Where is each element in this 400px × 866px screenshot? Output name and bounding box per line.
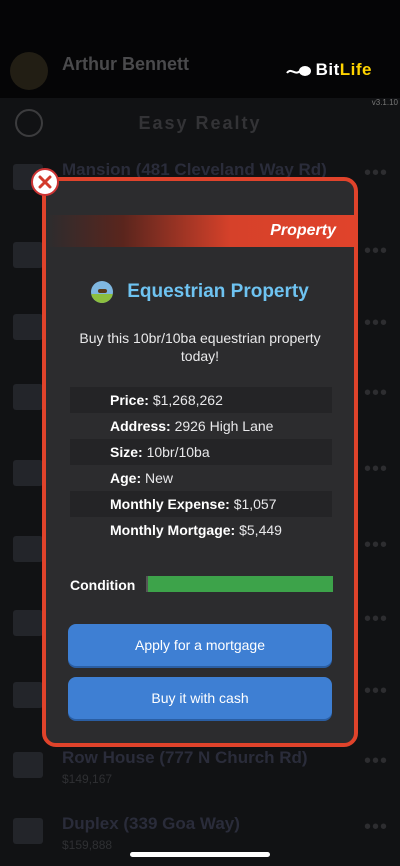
more-icon[interactable]: ••• [364,312,388,335]
condition-fill [148,576,333,592]
more-icon[interactable]: ••• [364,750,388,773]
listing-price: $149,167 [62,772,113,786]
detail-label: Age: [110,470,142,486]
more-icon[interactable]: ••• [364,240,388,263]
detail-row: Address: 2926 High Lane [70,413,332,439]
more-icon[interactable]: ••• [364,816,388,839]
house-icon [13,314,43,340]
category-label: Property [270,222,336,239]
more-icon[interactable]: ••• [364,608,388,631]
detail-value: $1,268,262 [152,392,223,408]
detail-label: Monthly Expense: [110,496,230,512]
property-details: Price: $1,268,262 Address: 2926 High Lan… [70,387,332,543]
version-label: v3.1.10 [371,98,398,107]
condition-label: Condition [70,577,136,593]
more-icon[interactable]: ••• [364,382,388,405]
detail-row: Age: New [70,465,332,491]
more-icon[interactable]: ••• [364,458,388,481]
category-header: Property [46,215,354,247]
house-icon [13,536,43,562]
more-icon[interactable]: ••• [364,162,388,185]
top-bar: Arthur Bennett BitLife [0,0,400,98]
house-icon [13,682,43,708]
sperm-icon [285,65,311,76]
logo-bit: Bit [315,60,340,79]
detail-label: Address: [110,418,171,434]
player-name: Arthur Bennett [62,54,189,74]
house-icon [13,752,43,778]
detail-row: Monthly Expense: $1,057 [70,491,332,517]
property-title: Equestrian Property [127,281,309,302]
property-description: Buy this 10br/10ba equestrian property t… [79,330,321,364]
logo-life: Life [339,60,372,79]
more-icon[interactable]: ••• [364,534,388,557]
bitlife-logo: BitLife [285,60,372,80]
house-icon [13,818,43,844]
listing-name: Duplex (339 Goa Way) [62,814,240,833]
house-icon [13,242,43,268]
listing-price: $159,888 [62,838,113,852]
detail-label: Price: [110,392,149,408]
more-icon[interactable]: ••• [364,680,388,703]
house-icon [13,384,43,410]
avatar [10,52,48,90]
detail-value: New [145,470,174,486]
property-modal: Property Equestrian Property Buy this 10… [42,177,358,747]
detail-value: $1,057 [233,496,277,512]
detail-row: Price: $1,268,262 [70,387,332,413]
close-icon [38,175,52,189]
detail-row: Size: 10br/10ba [70,439,332,465]
detail-label: Monthly Mortgage: [110,522,236,538]
home-indicator[interactable] [130,852,270,857]
screen-title: Easy Realty [138,113,262,133]
house-icon [13,610,43,636]
property-title-row: Equestrian Property [46,281,354,303]
detail-label: Size: [110,444,143,460]
condition-bar [146,576,333,592]
buy-cash-button[interactable]: Buy it with cash [68,677,332,719]
apply-mortgage-button[interactable]: Apply for a mortgage [68,624,332,666]
listing-name: Row House (777 N Church Rd) [62,748,308,767]
detail-value: 10br/10ba [146,444,210,460]
detail-value: $5,449 [239,522,282,538]
house-icon [13,460,43,486]
detail-value: 2926 High Lane [174,418,274,434]
detail-row: Monthly Mortgage: $5,449 [70,517,332,543]
equestrian-icon [91,281,114,303]
close-button[interactable] [31,168,59,196]
